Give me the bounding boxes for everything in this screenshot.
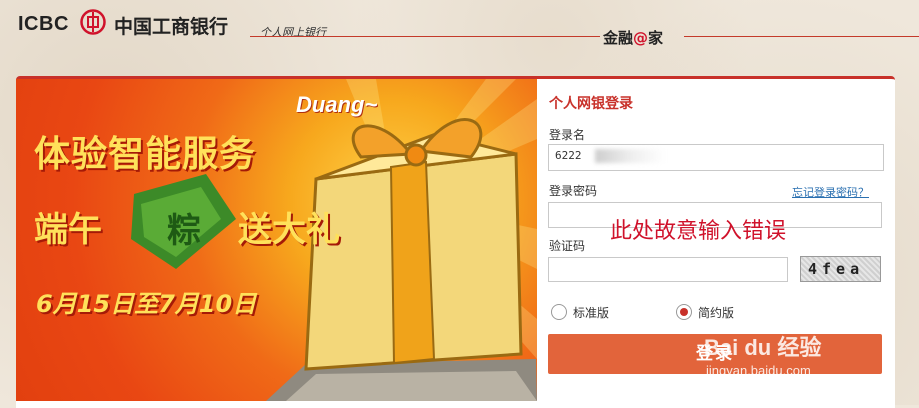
slogan-at: @ <box>633 29 649 47</box>
service-subtitle: 个人网上银行 <box>260 26 326 39</box>
banner-duang: Duang~ <box>296 92 378 117</box>
password-annotation: 此处故意输入错误 <box>610 219 787 244</box>
icbc-logo-icon <box>80 9 106 35</box>
username-field[interactable]: 6222 <box>548 144 884 171</box>
password-label: 登录密码 <box>549 184 598 198</box>
edition-simple-radio[interactable] <box>676 304 692 320</box>
banner-line2-left: 端午 <box>34 210 102 250</box>
banner-dates: 6月15日至7月10日 <box>36 290 257 318</box>
username-label: 登录名 <box>549 128 586 142</box>
slogan-prefix: 金融 <box>603 29 634 47</box>
banner-zongzi: 粽 <box>167 211 201 251</box>
username-value: 6222 <box>555 149 582 162</box>
icbc-logo-text: ICBC <box>18 13 69 35</box>
banner-line2-right: 送大礼 <box>238 210 340 250</box>
header-divider-right <box>684 36 919 37</box>
masked-username <box>595 149 665 163</box>
baidu-watermark: Bai du 经验 <box>704 335 822 360</box>
edition-simple-label[interactable]: 简约版 <box>698 304 734 321</box>
captcha-label: 验证码 <box>549 239 586 253</box>
watermark-url: jingyan.baidu.com <box>706 363 811 378</box>
captcha-field[interactable] <box>548 257 788 282</box>
login-title: 个人网银登录 <box>549 96 633 112</box>
slogan-suffix: 家 <box>648 29 664 47</box>
promo-banner[interactable]: Duang~ 体验智能服务 端午 粽 送大礼 6月15日至7月10日 <box>16 79 537 401</box>
banner-headline: 体验智能服务 <box>34 134 257 175</box>
bank-name: 中国工商银行 <box>114 16 229 38</box>
header-divider <box>250 36 600 37</box>
slogan: 金融@家 <box>603 27 663 48</box>
edition-standard-radio[interactable] <box>551 304 567 320</box>
forgot-password-link[interactable]: 忘记登录密码？ <box>792 184 869 200</box>
edition-standard-label[interactable]: 标准版 <box>573 304 609 321</box>
captcha-image[interactable]: 4fea <box>800 256 881 282</box>
